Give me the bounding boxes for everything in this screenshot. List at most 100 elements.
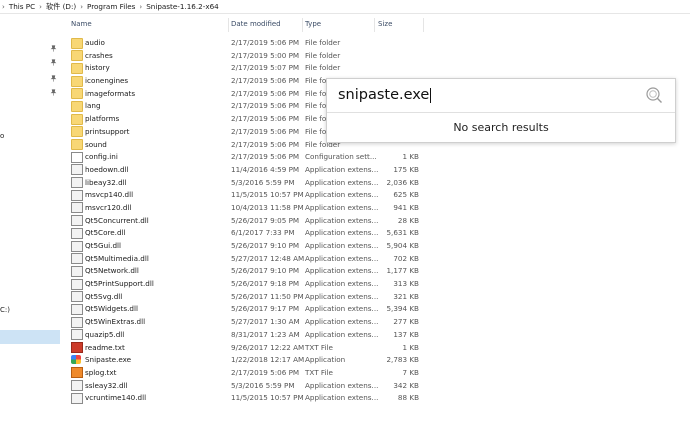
file-name: msvcp140.dll bbox=[85, 190, 134, 200]
file-name: history bbox=[85, 63, 110, 73]
file-row[interactable]: history 2/17/2019 5:07 PM File folder bbox=[60, 61, 430, 74]
file-row[interactable]: Qt5Concurrent.dll 5/26/2017 9:05 PM Applic… bbox=[60, 214, 430, 227]
pin-icon[interactable] bbox=[50, 89, 57, 96]
chevron-right-icon: › bbox=[39, 2, 42, 11]
file-size: 175 KB bbox=[393, 164, 419, 174]
search-input[interactable]: snipaste.exe bbox=[338, 87, 432, 103]
column-divider[interactable] bbox=[302, 18, 303, 32]
file-size: 137 KB bbox=[393, 329, 419, 339]
file-row[interactable]: Snipaste.exe 1/22/2018 12:17 AM Applicatio… bbox=[60, 353, 430, 366]
folder-icon bbox=[71, 75, 83, 87]
file-size: 5,904 KB bbox=[386, 241, 419, 250]
file-size: 5,631 KB bbox=[386, 228, 419, 238]
file-size: 1 KB bbox=[402, 152, 419, 162]
file-size: 313 KB bbox=[393, 279, 419, 289]
divider bbox=[327, 112, 675, 113]
file-name: msvcr120.dll bbox=[85, 202, 132, 212]
file-name: Qt5Core.dll bbox=[85, 228, 126, 238]
column-divider[interactable] bbox=[423, 18, 424, 32]
file-date-modified: 5/26/2017 9:10 PM bbox=[231, 241, 300, 250]
column-header-name[interactable]: Name bbox=[71, 20, 92, 28]
file-row[interactable]: audio 2/17/2019 5:06 PM File folder bbox=[60, 36, 430, 49]
dll-icon bbox=[71, 202, 83, 214]
file-row[interactable]: Qt5WinExtras.dll 5/27/2017 1:30 AM Applica… bbox=[60, 315, 430, 328]
file-name: Qt5Multimedia.dll bbox=[85, 253, 149, 263]
folder-icon bbox=[71, 50, 83, 62]
file-row[interactable]: libeay32.dll 5/3/2016 5:59 PM Application … bbox=[60, 176, 430, 189]
file-row[interactable]: config.ini 2/17/2019 5:06 PM Configuration… bbox=[60, 150, 430, 163]
file-date-modified: 2/17/2019 5:06 PM bbox=[231, 367, 300, 377]
file-row[interactable]: crashes 2/17/2019 5:00 PM File folder bbox=[60, 49, 430, 62]
column-header-size[interactable]: Size bbox=[378, 20, 392, 28]
pin-icon[interactable] bbox=[50, 75, 57, 82]
folder-icon bbox=[71, 62, 83, 74]
folder-icon bbox=[71, 126, 83, 138]
file-row[interactable]: Qt5PrintSupport.dll 5/26/2017 9:18 PM Appl… bbox=[60, 277, 430, 290]
column-headers: Name Date modified Type Size bbox=[60, 14, 690, 35]
nav-item-label[interactable]: o bbox=[0, 132, 4, 140]
file-row[interactable]: Qt5Svg.dll 5/26/2017 11:50 PM Application … bbox=[60, 290, 430, 303]
breadcrumb-program-files[interactable]: Program Files bbox=[87, 2, 135, 11]
file-row[interactable]: Qt5Multimedia.dll 5/27/2017 12:48 AM Appli… bbox=[60, 252, 430, 265]
file-date-modified: 2/17/2019 5:06 PM bbox=[231, 88, 300, 98]
dll-icon bbox=[71, 392, 83, 404]
breadcrumb-snipaste-folder[interactable]: Snipaste-1.16.2-x64 bbox=[146, 2, 219, 11]
file-row[interactable]: Qt5Network.dll 5/26/2017 9:10 PM Applicati… bbox=[60, 264, 430, 277]
breadcrumb: › This PC › 软件 (D:) › Program Files › Sn… bbox=[0, 0, 690, 14]
file-row[interactable]: hoedown.dll 11/4/2016 4:59 PM Application … bbox=[60, 163, 430, 176]
file-row[interactable]: readme.txt 9/26/2017 12:22 AM TXT File 1 KB bbox=[60, 341, 430, 354]
file-date-modified: 5/27/2017 12:48 AM bbox=[231, 253, 305, 263]
pin-icon[interactable] bbox=[50, 59, 57, 66]
file-row[interactable]: vcruntime140.dll 11/5/2015 10:57 PM Applic… bbox=[60, 391, 430, 404]
column-header-date[interactable]: Date modified bbox=[231, 20, 281, 28]
settings-file-icon bbox=[71, 151, 83, 163]
pin-icon[interactable] bbox=[50, 45, 57, 52]
column-divider[interactable] bbox=[374, 18, 375, 32]
dll-icon bbox=[71, 227, 83, 239]
file-row[interactable]: Qt5Gui.dll 5/26/2017 9:10 PM Application e… bbox=[60, 239, 430, 252]
file-date-modified: 2/17/2019 5:06 PM bbox=[231, 152, 300, 162]
file-size: 2,036 KB bbox=[386, 177, 419, 187]
file-row[interactable]: Qt5Widgets.dll 5/26/2017 9:17 PM Applicati… bbox=[60, 302, 430, 315]
file-name: sound bbox=[85, 139, 107, 149]
breadcrumb-this-pc[interactable]: This PC bbox=[9, 2, 35, 11]
file-date-modified: 2/17/2019 5:06 PM bbox=[231, 76, 300, 86]
file-name: crashes bbox=[85, 50, 113, 60]
file-size: 321 KB bbox=[393, 291, 419, 301]
file-date-modified: 5/3/2016 5:59 PM bbox=[231, 380, 295, 390]
nav-item-drive-c[interactable]: C:) bbox=[0, 306, 10, 314]
search-icon[interactable] bbox=[645, 86, 663, 104]
file-row[interactable]: Qt5Core.dll 6/1/2017 7:33 PM Application e… bbox=[60, 226, 430, 239]
folder-icon bbox=[71, 37, 83, 49]
chevron-right-icon: › bbox=[80, 2, 83, 11]
file-row[interactable]: quazip5.dll 8/31/2017 1:23 AM Application … bbox=[60, 328, 430, 341]
breadcrumb-drive-d[interactable]: 软件 (D:) bbox=[46, 2, 76, 12]
file-row[interactable]: msvcp140.dll 11/5/2015 10:57 PM Applicatio… bbox=[60, 188, 430, 201]
search-popup: snipaste.exe No search results bbox=[326, 78, 676, 143]
text-file-icon bbox=[71, 342, 83, 353]
file-row[interactable]: splog.txt 2/17/2019 5:06 PM TXT File 7 KB bbox=[60, 366, 430, 379]
file-name: hoedown.dll bbox=[85, 164, 129, 174]
column-header-type[interactable]: Type bbox=[305, 20, 321, 28]
file-type: File folder bbox=[305, 63, 341, 73]
file-date-modified: 5/26/2017 11:50 PM bbox=[231, 291, 304, 301]
file-size: 625 KB bbox=[393, 190, 419, 200]
dll-icon bbox=[71, 278, 83, 290]
file-date-modified: 1/22/2018 12:17 AM bbox=[231, 355, 305, 365]
file-row[interactable]: ssleay32.dll 5/3/2016 5:59 PM Application … bbox=[60, 379, 430, 392]
file-type: File fo bbox=[305, 88, 327, 98]
file-row[interactable]: msvcr120.dll 10/4/2013 11:58 PM Applicatio… bbox=[60, 201, 430, 214]
file-date-modified: 5/26/2017 9:05 PM bbox=[231, 215, 300, 225]
file-size: 2,783 KB bbox=[386, 355, 419, 365]
file-name: printsupport bbox=[85, 126, 130, 136]
file-name: lang bbox=[85, 101, 101, 111]
file-date-modified: 5/26/2017 9:10 PM bbox=[231, 266, 300, 276]
file-date-modified: 5/3/2016 5:59 PM bbox=[231, 177, 295, 187]
nav-item-selected[interactable] bbox=[0, 330, 60, 344]
column-divider[interactable] bbox=[228, 18, 229, 32]
dll-icon bbox=[71, 253, 83, 265]
file-name: Qt5WinExtras.dll bbox=[85, 317, 146, 327]
file-name: imageformats bbox=[85, 88, 136, 98]
file-type: TXT File bbox=[305, 342, 333, 352]
file-date-modified: 5/27/2017 1:30 AM bbox=[231, 317, 300, 327]
